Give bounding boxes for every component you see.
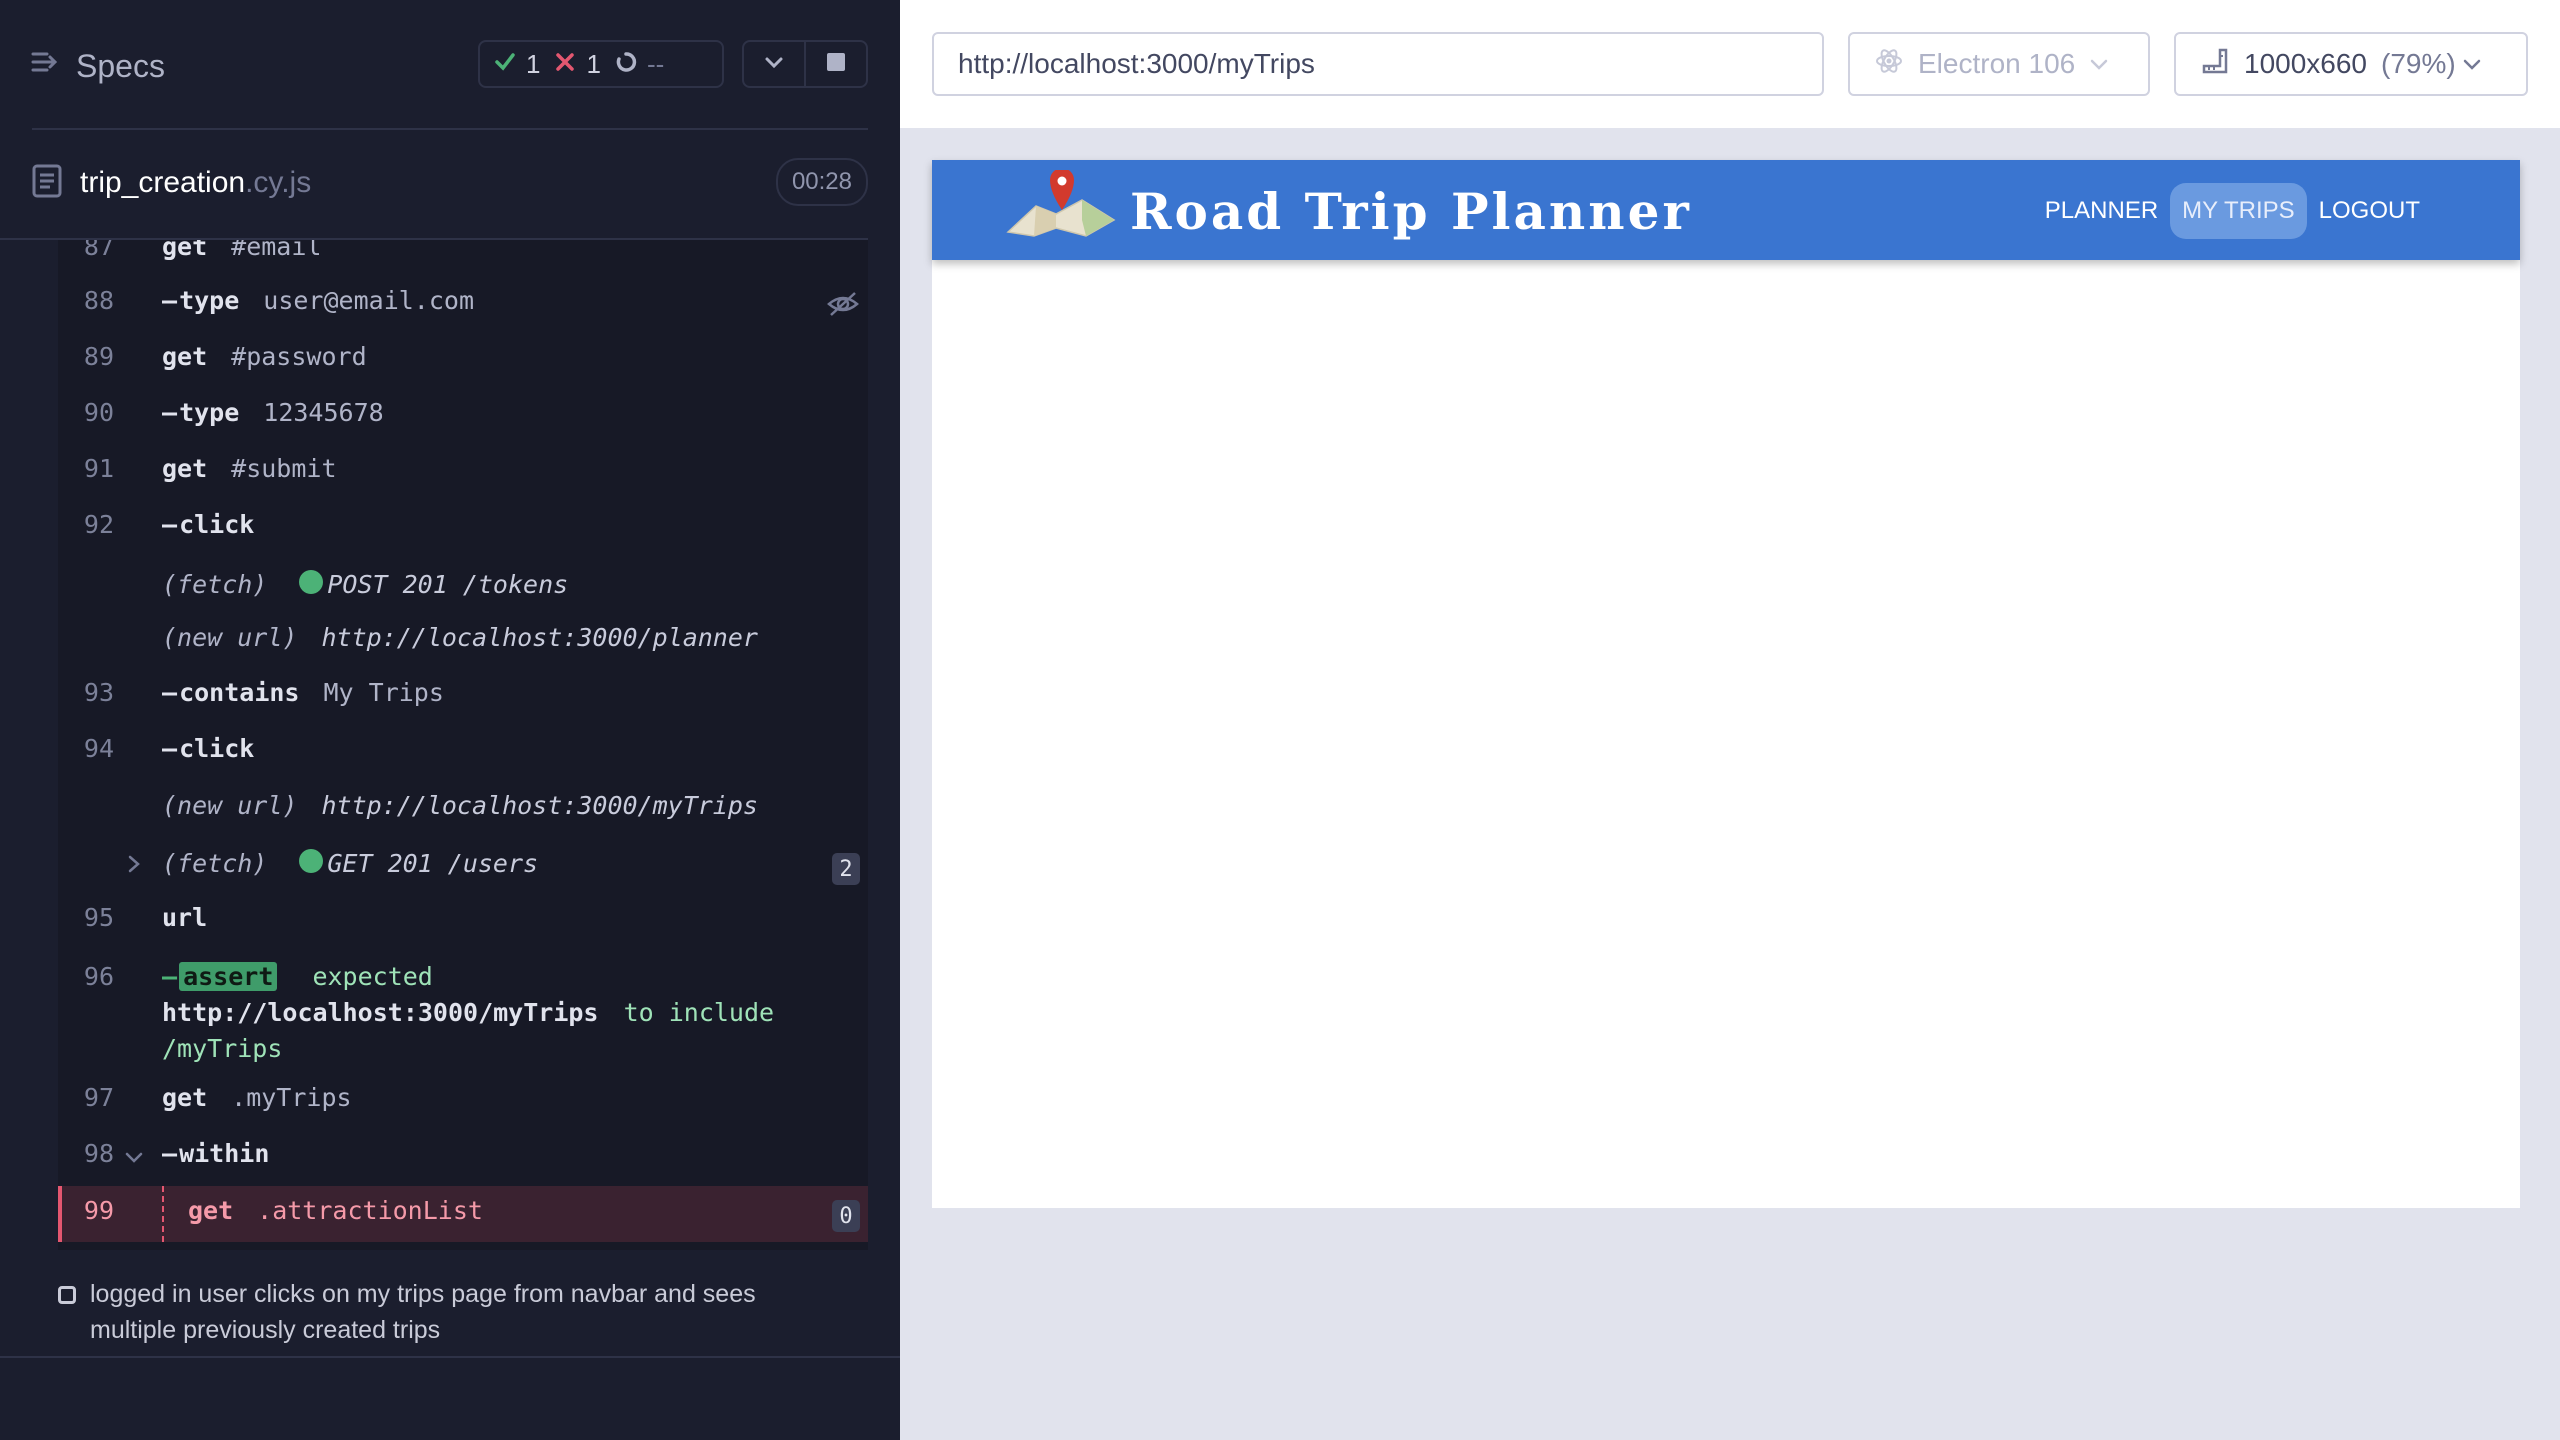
browser-name: Electron 106	[1918, 48, 2076, 79]
specs-menu-icon	[30, 47, 60, 85]
reporter-footer-divider	[0, 1356, 900, 1358]
viewport-scale: (79%)	[2381, 48, 2456, 79]
command-row[interactable]: 89 get #password	[58, 342, 868, 371]
event-row[interactable]: (fetch) POST 201 /tokens	[58, 570, 868, 599]
command-row[interactable]: 97 get .myTrips	[58, 1083, 868, 1112]
spec-file-name: trip_creation	[80, 166, 246, 199]
chevron-down-icon[interactable]	[124, 1143, 144, 1172]
count-badge: 2	[832, 853, 860, 885]
collapse-button[interactable]	[744, 42, 804, 86]
eye-slash-icon[interactable]	[826, 290, 860, 324]
ruler-icon	[2200, 46, 2230, 83]
command-row[interactable]: 87 get #email	[58, 240, 868, 261]
test-stats: 1 1 --	[478, 40, 724, 88]
count-badge: 0	[832, 1200, 860, 1232]
command-row[interactable]: 98 – within	[58, 1139, 868, 1168]
app-navbar: Road Trip Planner PLANNER MY TRIPS LOGOU…	[932, 160, 2520, 260]
chevron-down-icon	[763, 51, 785, 78]
app-nav-links: PLANNER MY TRIPS LOGOUT	[2033, 182, 2432, 240]
stop-button[interactable]	[804, 42, 866, 86]
x-icon	[554, 49, 576, 80]
command-log: 87 get #email 88– type user@email.com 89 get #…	[58, 240, 868, 1250]
command-row[interactable]: 94– click	[58, 734, 868, 763]
passed-count: 1	[526, 48, 541, 79]
specs-button[interactable]: Specs	[30, 44, 165, 88]
event-row[interactable]: (fetch) GET 201 /users 2	[58, 849, 868, 885]
within-indent-guide	[162, 1186, 164, 1242]
command-reporter-panel: Specs 1 1 -- trip_creation .cy.js 00:28 …	[0, 0, 900, 1440]
assert-message: – assert expected http://localhost:3000/m…	[162, 962, 775, 1063]
command-row[interactable]: 90– type 12345678	[58, 398, 868, 427]
stop-icon	[826, 52, 846, 77]
browser-selector[interactable]: Electron 106	[1848, 32, 2150, 96]
event-row[interactable]: (new url) http://localhost:3000/myTrips	[58, 791, 868, 820]
check-icon	[494, 49, 516, 80]
nav-my-trips[interactable]: MY TRIPS	[2170, 183, 2307, 239]
passed-stat: 1	[494, 49, 540, 80]
aut-top-bar: http://localhost:3000/myTrips Electron 1…	[900, 0, 2560, 128]
status-dot	[299, 570, 324, 594]
app-title: Road Trip Planner	[1130, 182, 1692, 241]
chevron-right-icon[interactable]	[126, 851, 142, 880]
command-row[interactable]: 95 url	[58, 903, 868, 932]
test-title[interactable]: logged in user clicks on my trips page f…	[90, 1276, 830, 1348]
event-row[interactable]: (new url) http://localhost:3000/planner	[58, 623, 868, 652]
header-divider	[32, 128, 868, 130]
nav-logout[interactable]: LOGOUT	[2307, 183, 2432, 239]
nav-planner[interactable]: PLANNER	[2033, 183, 2170, 239]
failed-count: 1	[586, 48, 601, 79]
document-icon	[32, 164, 62, 203]
map-logo	[1006, 168, 1118, 240]
viewport-info[interactable]: 1000x660 (79%)	[2174, 32, 2528, 96]
spec-duration: 00:28	[775, 158, 868, 206]
chevron-down-icon	[2462, 48, 2482, 80]
spinner-icon	[615, 49, 637, 80]
failed-command-row[interactable]: 99 get .attractionList 0	[58, 1186, 868, 1242]
command-row[interactable]: 92– click	[58, 510, 868, 539]
command-row[interactable]: 88– type user@email.com	[58, 286, 868, 316]
pending-stat: --	[615, 49, 664, 80]
url-bar[interactable]: http://localhost:3000/myTrips	[932, 32, 1824, 96]
viewport-size: 1000x660	[2244, 48, 2368, 79]
reporter-header: Specs 1 1 --	[0, 0, 900, 128]
pending-count: --	[646, 48, 665, 79]
specs-label: Specs	[76, 47, 165, 84]
failed-stat: 1	[554, 48, 601, 80]
run-controls	[742, 40, 868, 88]
command-row[interactable]: 93– contains My Trips	[58, 678, 868, 707]
command-row[interactable]: 91 get #submit	[58, 454, 868, 483]
assert-row[interactable]: 96 – assert expected http://localhost:300…	[58, 959, 868, 1067]
status-dot	[299, 849, 324, 873]
app-preview-frame: Road Trip Planner PLANNER MY TRIPS LOGOU…	[932, 160, 2520, 1208]
spec-file-ext: .cy.js	[245, 166, 312, 199]
chevron-down-icon	[2089, 48, 2109, 80]
electron-icon	[1874, 46, 1904, 83]
test-status-icon	[58, 1286, 76, 1304]
spec-file-row[interactable]: trip_creation .cy.js 00:28	[32, 158, 868, 208]
